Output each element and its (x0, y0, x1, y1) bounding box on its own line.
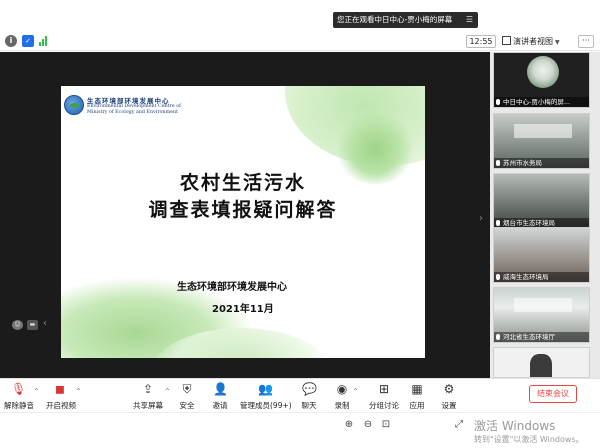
add-person-icon: 👤 (213, 382, 228, 396)
share-banner-text: 您正在观看中日中心-贾小梅的屏幕 (337, 15, 453, 24)
signal-icon[interactable] (38, 35, 50, 47)
chevron-down-icon: ▼ (555, 39, 560, 46)
screen-share-banner[interactable]: 您正在观看中日中心-贾小梅的屏幕 ☰ (333, 12, 478, 28)
share-screen-label: 共享屏幕 (133, 401, 163, 410)
record-button[interactable]: ◉ 录制 ^ (333, 382, 359, 412)
more-button[interactable]: ··· (578, 35, 594, 48)
breakout-rooms-label: 分组讨论 (369, 401, 399, 410)
fit-window-icon[interactable]: ⊡ (380, 419, 392, 431)
participant-name: 威海生态环境局 (503, 273, 549, 281)
chevron-up-icon[interactable]: ^ (353, 388, 358, 395)
apps-icon: ▦ (411, 382, 423, 396)
chevron-up-icon[interactable]: ^ (34, 388, 39, 395)
mic-icon (496, 334, 500, 340)
chat-button[interactable]: 💬 聊天 (300, 382, 318, 412)
fullscreen-icon[interactable]: ⤢ (453, 419, 465, 431)
invite-label: 邀请 (212, 401, 228, 410)
video-feed (514, 298, 572, 312)
apps-label: 应用 (409, 401, 425, 410)
avatar (530, 354, 552, 377)
presentation-slide: 生态环境部环境发展中心 Environmental Development Ce… (61, 86, 425, 358)
settings-button[interactable]: ⚙ 设置 (440, 382, 458, 412)
speaker-view-button[interactable]: 演讲者视图 ▼ (502, 35, 560, 48)
breakout-rooms-button[interactable]: ⊞ 分组讨论 (369, 382, 399, 412)
meeting-toolbar: 🎙 解除静音 ^ ◼ 开启视频 ^ ⇪ 共享屏幕 ^ ⛨ 安全 👤 邀请 👥 管… (0, 378, 600, 412)
video-off-icon: ◼ (55, 382, 65, 396)
shield-check-icon: ⛨ (182, 382, 192, 396)
security-button[interactable]: ⛨ 安全 (178, 382, 196, 412)
settings-label: 设置 (441, 401, 457, 410)
share-screen-icon: ⇪ (142, 382, 154, 396)
slide-org-en-line1: Environmental Development Centre of (87, 104, 181, 109)
participant-video-panel: 中日中心-贾小梅的屏... 苏州市水务局 烟台市生态环境局 威海生态环境局 河北… (490, 52, 600, 378)
top-strip: 您正在观看中日中心-贾小梅的屏幕 ☰ (0, 0, 600, 31)
chevron-left-icon[interactable]: ‹ (43, 318, 47, 329)
start-video-label: 开启视频 (46, 401, 76, 410)
windows-activation-subtitle: 转到"设置"以激活 Windows。 (474, 435, 584, 444)
chat-bubble-icon[interactable]: ▬ (27, 320, 38, 330)
zoom-in-icon[interactable]: ⊕ (343, 419, 355, 431)
mic-icon (496, 274, 500, 280)
apps-button[interactable]: ▦ 应用 (408, 382, 426, 412)
participants-icon: 👥 (258, 382, 273, 396)
shield-icon[interactable]: ✓ (22, 35, 34, 47)
shared-screen-stage: 生态环境部环境发展中心 Environmental Development Ce… (0, 52, 490, 378)
breakout-rooms-icon: ⊞ (378, 382, 390, 396)
participant-tile[interactable]: 中日中心-贾小梅的屏... (493, 52, 590, 108)
participant-tile[interactable]: 苏州市水务局 (493, 113, 590, 169)
participant-name: 烟台市生态环境局 (503, 219, 555, 227)
slide-footer-org: 生态环境部环境发展中心 (177, 282, 287, 293)
manage-participants-button[interactable]: 👥 管理成员(99+) (240, 382, 292, 412)
menu-icon[interactable]: ☰ (466, 12, 473, 28)
gear-icon: ⚙ (443, 382, 455, 396)
unmute-label: 解除静音 (4, 401, 34, 410)
participant-name: 中日中心-贾小梅的屏... (503, 98, 571, 106)
slide-title-line1: 农村生活污水 (179, 172, 306, 194)
slide-org-en-line2: Ministry of Ecology and Environment (87, 110, 179, 115)
mic-icon (496, 220, 500, 226)
muted-mic-icon: 🎙 (11, 382, 27, 396)
chevron-up-icon[interactable]: ^ (76, 388, 81, 395)
end-meeting-button[interactable]: 结束会议 (529, 385, 577, 403)
start-video-button[interactable]: ◼ 开启视频 ^ (46, 382, 81, 412)
participant-tile[interactable] (493, 347, 590, 378)
participant-tile[interactable]: 烟台市生态环境局 (493, 173, 590, 229)
org-logo (64, 95, 84, 115)
record-icon: ◉ (336, 382, 348, 396)
unmute-button[interactable]: 🎙 解除静音 ^ (4, 382, 39, 412)
participant-name: 河北省生态环境厅 (503, 333, 555, 341)
slide-date: 2021年11月 (212, 304, 274, 315)
zoom-out-icon[interactable]: ⊖ (362, 419, 374, 431)
mic-icon (496, 99, 500, 105)
video-feed (514, 124, 572, 138)
emoji-icon[interactable]: ☺ (12, 320, 23, 330)
chat-icon: 💬 (302, 382, 317, 396)
meeting-timer: 12:55 (466, 35, 496, 48)
participant-tile[interactable]: 威海生态环境局 (493, 227, 590, 283)
chat-label: 聊天 (301, 401, 317, 410)
record-label: 录制 (334, 401, 350, 410)
avatar (527, 56, 559, 88)
view-grid-icon (502, 36, 511, 45)
speaker-view-label: 演讲者视图 (513, 37, 553, 46)
windows-activation-title: 激活 Windows (474, 419, 556, 433)
meeting-window: 您正在观看中日中心-贾小梅的屏幕 ☰ i ✓ 12:55 演讲者视图 ▼ ··· … (0, 0, 600, 448)
chevron-up-icon[interactable]: ^ (165, 388, 170, 395)
slide-title-line2: 调查表填报疑问解答 (148, 199, 338, 221)
meeting-info-bar: i ✓ 12:55 演讲者视图 ▼ ··· (0, 31, 600, 51)
security-label: 安全 (179, 401, 195, 410)
chevron-right-icon[interactable]: › (479, 213, 483, 224)
share-screen-button[interactable]: ⇪ 共享屏幕 ^ (133, 382, 170, 412)
participant-name: 苏州市水务局 (503, 159, 542, 167)
status-bar: ⊕ ⊖ ⊡ ⤢ 激活 Windows 转到"设置"以激活 Windows。 (0, 412, 600, 448)
manage-participants-label: 管理成员(99+) (240, 401, 292, 410)
participant-tile[interactable]: 河北省生态环境厅 (493, 287, 590, 343)
mic-icon (496, 160, 500, 166)
info-icon[interactable]: i (5, 35, 17, 47)
invite-button[interactable]: 👤 邀请 (211, 382, 229, 412)
